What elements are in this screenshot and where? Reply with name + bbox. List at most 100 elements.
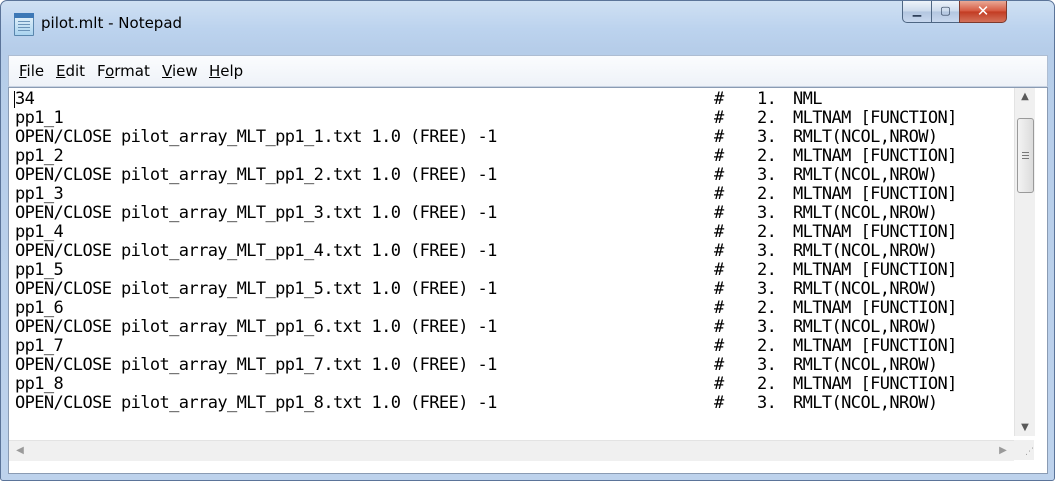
- line-main-text: OPEN/CLOSE pilot_array_MLT_pp1_5.txt 1.0…: [15, 279, 497, 299]
- text-line[interactable]: OPEN/CLOSE pilot_array_MLT_pp1_6.txt 1.0…: [11, 318, 1011, 337]
- notepad-icon[interactable]: [14, 13, 34, 36]
- text-line[interactable]: pp1_8 #2. MLTNAM [FUNCTION]: [11, 375, 1011, 394]
- line-comment-text: RMLT(NCOL,NROW): [793, 241, 938, 261]
- size-grip-icon[interactable]: ⋰: [1014, 440, 1034, 460]
- text-line[interactable]: OPEN/CLOSE pilot_array_MLT_pp1_2.txt 1.0…: [11, 166, 1011, 185]
- text-line[interactable]: 34 #1. NML: [11, 90, 1011, 109]
- line-comment-hash: #: [714, 222, 724, 242]
- vertical-scrollbar[interactable]: ▲ ▼: [1014, 88, 1035, 436]
- line-comment-number: 3.: [757, 241, 777, 261]
- line-comment-text: MLTNAM [FUNCTION]: [793, 146, 957, 166]
- line-comment-number: 3.: [757, 355, 777, 375]
- line-comment-text: RMLT(NCOL,NROW): [793, 165, 938, 185]
- line-comment-hash: #: [714, 336, 724, 356]
- minimize-button[interactable]: ▁: [902, 1, 932, 23]
- line-main-text: OPEN/CLOSE pilot_array_MLT_pp1_4.txt 1.0…: [15, 241, 497, 261]
- line-main-text: OPEN/CLOSE pilot_array_MLT_pp1_6.txt 1.0…: [15, 317, 497, 337]
- text-line[interactable]: pp1_1 #2. MLTNAM [FUNCTION]: [11, 109, 1011, 128]
- scrollbar-grip-icon: [1022, 155, 1029, 156]
- line-main-text: OPEN/CLOSE pilot_array_MLT_pp1_2.txt 1.0…: [15, 165, 497, 185]
- line-comment-text: MLTNAM [FUNCTION]: [793, 298, 957, 318]
- line-comment-number: 3.: [757, 279, 777, 299]
- line-comment-number: 3.: [757, 203, 777, 223]
- line-main-text: pp1_5: [15, 260, 64, 280]
- text-content[interactable]: 34 #1. NML pp1_1 #2. MLTNAM [FUNCTION] OPEN/CL…: [11, 90, 1011, 442]
- title-bar[interactable]: pilot.mlt - Notepad ▁ ▢ ✕: [1, 1, 1054, 49]
- text-line[interactable]: pp1_5 #2. MLTNAM [FUNCTION]: [11, 261, 1011, 280]
- line-comment-text: NML: [793, 90, 823, 109]
- line-comment-text: MLTNAM [FUNCTION]: [793, 336, 957, 356]
- text-line[interactable]: pp1_3 #2. MLTNAM [FUNCTION]: [11, 185, 1011, 204]
- menu-file[interactable]: File: [19, 62, 44, 80]
- line-main-text: OPEN/CLOSE pilot_array_MLT_pp1_7.txt 1.0…: [15, 355, 497, 375]
- menu-view[interactable]: View: [162, 62, 198, 80]
- line-comment-text: RMLT(NCOL,NROW): [793, 203, 938, 223]
- line-comment-hash: #: [714, 393, 724, 413]
- text-line[interactable]: OPEN/CLOSE pilot_array_MLT_pp1_3.txt 1.0…: [11, 204, 1011, 223]
- line-comment-hash: #: [714, 374, 724, 394]
- text-line[interactable]: OPEN/CLOSE pilot_array_MLT_pp1_8.txt 1.0…: [11, 394, 1011, 413]
- line-comment-hash: #: [714, 127, 724, 147]
- horizontal-scrollbar[interactable]: ◀ ▶: [9, 440, 1014, 461]
- line-comment-hash: #: [714, 165, 724, 185]
- caption-buttons: ▁ ▢ ✕: [902, 1, 1048, 23]
- line-comment-number: 2.: [757, 298, 777, 318]
- line-comment-text: RMLT(NCOL,NROW): [793, 127, 938, 147]
- line-comment-text: MLTNAM [FUNCTION]: [793, 222, 957, 242]
- menu-bar: File Edit Format View Help: [8, 55, 1048, 87]
- line-comment-text: RMLT(NCOL,NROW): [793, 279, 938, 299]
- line-comment-number: 1.: [757, 90, 777, 109]
- text-line[interactable]: pp1_6 #2. MLTNAM [FUNCTION]: [11, 299, 1011, 318]
- menu-help[interactable]: Help: [209, 62, 243, 80]
- line-main-text: OPEN/CLOSE pilot_array_MLT_pp1_1.txt 1.0…: [15, 127, 497, 147]
- menu-edit[interactable]: Edit: [56, 62, 85, 80]
- line-comment-text: RMLT(NCOL,NROW): [793, 317, 938, 337]
- line-comment-hash: #: [714, 184, 724, 204]
- line-main-text: pp1_1: [15, 108, 64, 128]
- menu-format[interactable]: Format: [97, 62, 150, 80]
- line-main-text: 34: [15, 90, 35, 109]
- line-main-text: pp1_2: [15, 146, 64, 166]
- line-comment-hash: #: [714, 355, 724, 375]
- line-comment-number: 3.: [757, 127, 777, 147]
- line-comment-hash: #: [714, 146, 724, 166]
- line-comment-text: RMLT(NCOL,NROW): [793, 355, 938, 375]
- line-comment-hash: #: [714, 90, 724, 109]
- line-comment-hash: #: [714, 108, 724, 128]
- text-line[interactable]: OPEN/CLOSE pilot_array_MLT_pp1_7.txt 1.0…: [11, 356, 1011, 375]
- line-comment-number: 3.: [757, 317, 777, 337]
- text-line[interactable]: OPEN/CLOSE pilot_array_MLT_pp1_4.txt 1.0…: [11, 242, 1011, 261]
- line-comment-hash: #: [714, 317, 724, 337]
- text-line[interactable]: pp1_4 #2. MLTNAM [FUNCTION]: [11, 223, 1011, 242]
- window-title: pilot.mlt - Notepad: [41, 14, 183, 32]
- line-main-text: pp1_4: [15, 222, 64, 242]
- text-line[interactable]: OPEN/CLOSE pilot_array_MLT_pp1_5.txt 1.0…: [11, 280, 1011, 299]
- line-comment-number: 2.: [757, 260, 777, 280]
- text-line[interactable]: pp1_2 #2. MLTNAM [FUNCTION]: [11, 147, 1011, 166]
- scroll-right-icon[interactable]: ▶: [994, 441, 1012, 461]
- line-comment-number: 3.: [757, 165, 777, 185]
- line-comment-number: 2.: [757, 336, 777, 356]
- line-comment-number: 2.: [757, 374, 777, 394]
- scrollbar-grip-icon: [1022, 152, 1029, 153]
- line-comment-hash: #: [714, 260, 724, 280]
- scroll-left-icon[interactable]: ◀: [11, 441, 29, 461]
- close-button[interactable]: ✕: [959, 1, 1007, 23]
- scroll-up-icon[interactable]: ▲: [1015, 88, 1035, 105]
- line-comment-number: 2.: [757, 184, 777, 204]
- line-comment-hash: #: [714, 203, 724, 223]
- line-comment-number: 3.: [757, 393, 777, 413]
- scroll-down-icon[interactable]: ▼: [1015, 419, 1035, 436]
- line-comment-number: 2.: [757, 222, 777, 242]
- scroll-thumb[interactable]: [1017, 118, 1034, 193]
- line-main-text: pp1_8: [15, 374, 64, 394]
- line-main-text: pp1_3: [15, 184, 64, 204]
- text-line[interactable]: OPEN/CLOSE pilot_array_MLT_pp1_1.txt 1.0…: [11, 128, 1011, 147]
- line-comment-hash: #: [714, 298, 724, 318]
- text-line[interactable]: pp1_7 #2. MLTNAM [FUNCTION]: [11, 337, 1011, 356]
- line-comment-text: MLTNAM [FUNCTION]: [793, 108, 957, 128]
- maximize-button[interactable]: ▢: [931, 1, 960, 23]
- editor-area[interactable]: 34 #1. NML pp1_1 #2. MLTNAM [FUNCTION] OPEN/CL…: [8, 87, 1048, 474]
- notepad-window: pilot.mlt - Notepad ▁ ▢ ✕ File Edit Form…: [0, 0, 1055, 481]
- line-main-text: pp1_7: [15, 336, 64, 356]
